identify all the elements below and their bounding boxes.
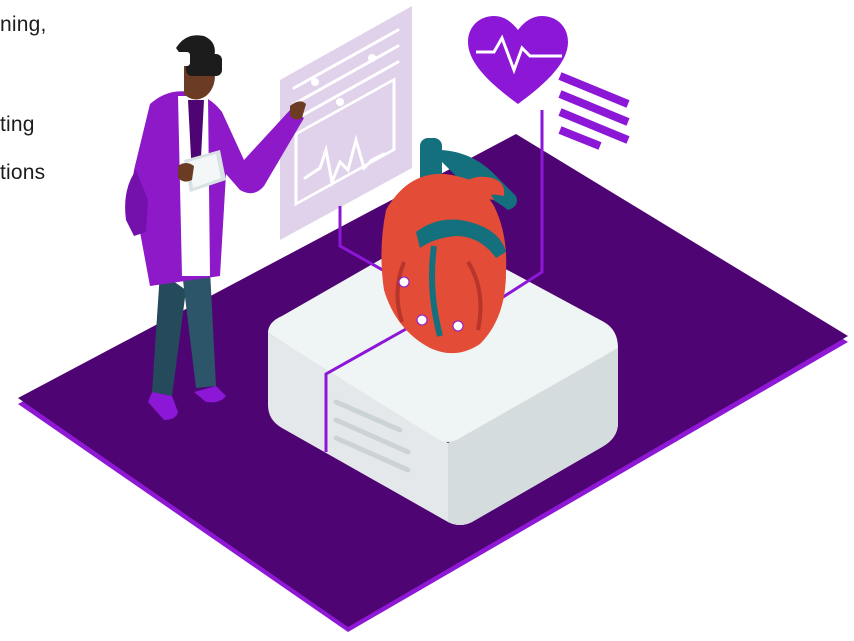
heart-rate-icon: [468, 16, 568, 104]
vr-headset-icon: [176, 52, 222, 76]
text-lines-icon: [558, 72, 630, 150]
illustration: [18, 6, 848, 632]
